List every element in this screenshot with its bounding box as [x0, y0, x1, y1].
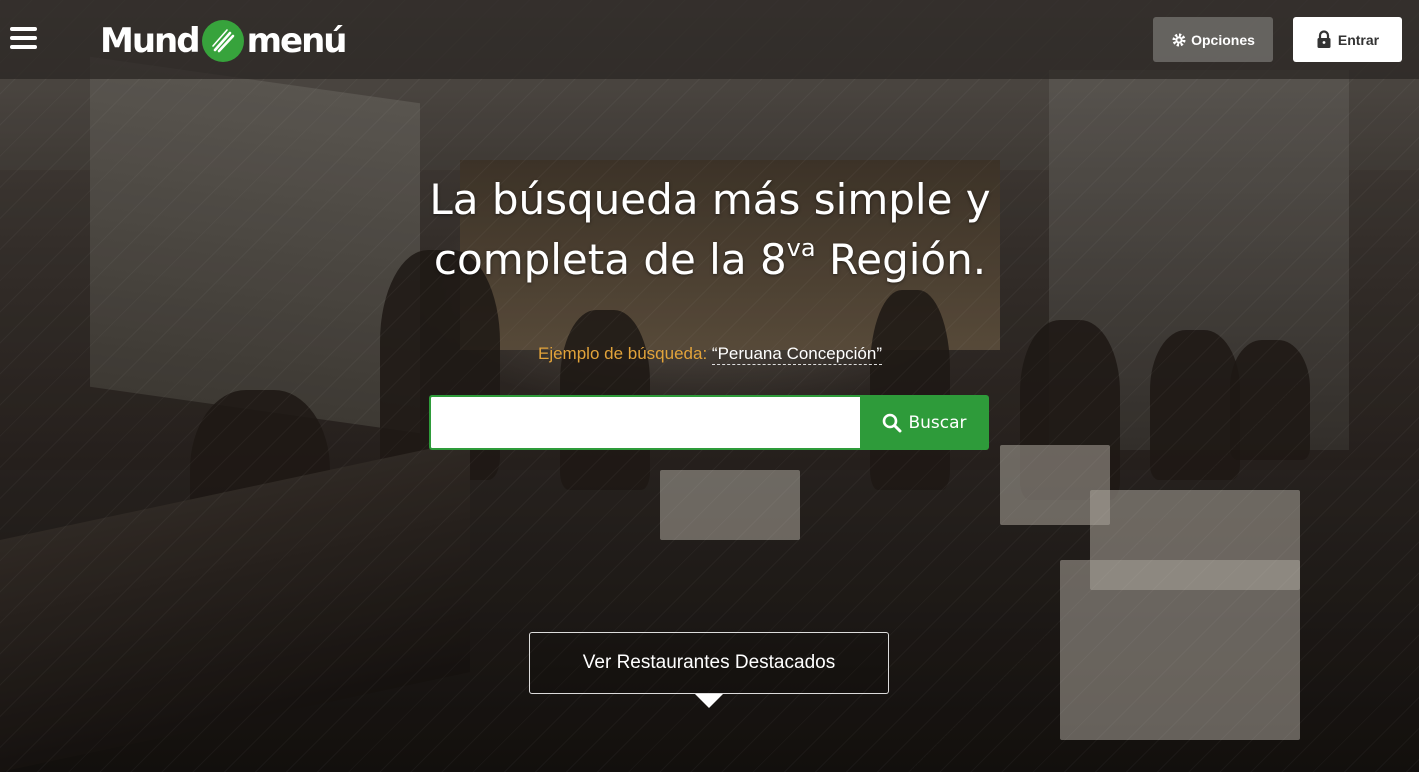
top-bar: Mund menú Opciones Entrar — [0, 0, 1419, 79]
search-example-value[interactable]: “Peruana Concepción” — [711, 344, 883, 365]
featured-restaurants-button[interactable]: Ver Restaurantes Destacados — [529, 632, 889, 694]
login-button[interactable]: Entrar — [1293, 17, 1402, 62]
site-logo[interactable]: Mund menú — [100, 18, 348, 64]
logo-text-left: Mund — [100, 21, 201, 61]
hero-headline: La búsqueda más simple y completa de la … — [330, 170, 1090, 290]
login-button-label: Entrar — [1337, 31, 1380, 48]
headline-line-1: La búsqueda más simple y — [429, 175, 991, 224]
search-example-label: Ejemplo de búsqueda: — [537, 344, 708, 363]
logo-text-right: menú — [246, 21, 348, 61]
headline-line-2-pre: completa de la 8 — [433, 235, 787, 284]
featured-restaurants-label: Ver Restaurantes Destacados — [582, 652, 836, 673]
gear-icon — [1172, 33, 1186, 46]
hamburger-menu-icon[interactable] — [10, 27, 38, 51]
search-button-label: Buscar — [908, 412, 967, 433]
options-button[interactable]: Opciones — [1153, 17, 1273, 62]
headline-superscript: va — [786, 234, 816, 262]
search-example: Ejemplo de búsqueda: “Peruana Concepción… — [330, 344, 1090, 365]
caret-down-icon — [695, 694, 723, 708]
search-button[interactable]: Buscar — [860, 395, 989, 450]
fork-knife-icon — [201, 20, 244, 62]
lock-icon — [1317, 30, 1331, 48]
options-button-label: Opciones — [1191, 31, 1255, 48]
search-icon — [883, 413, 902, 432]
headline-line-2-post: Región. — [815, 235, 987, 284]
search-input[interactable] — [429, 395, 861, 450]
